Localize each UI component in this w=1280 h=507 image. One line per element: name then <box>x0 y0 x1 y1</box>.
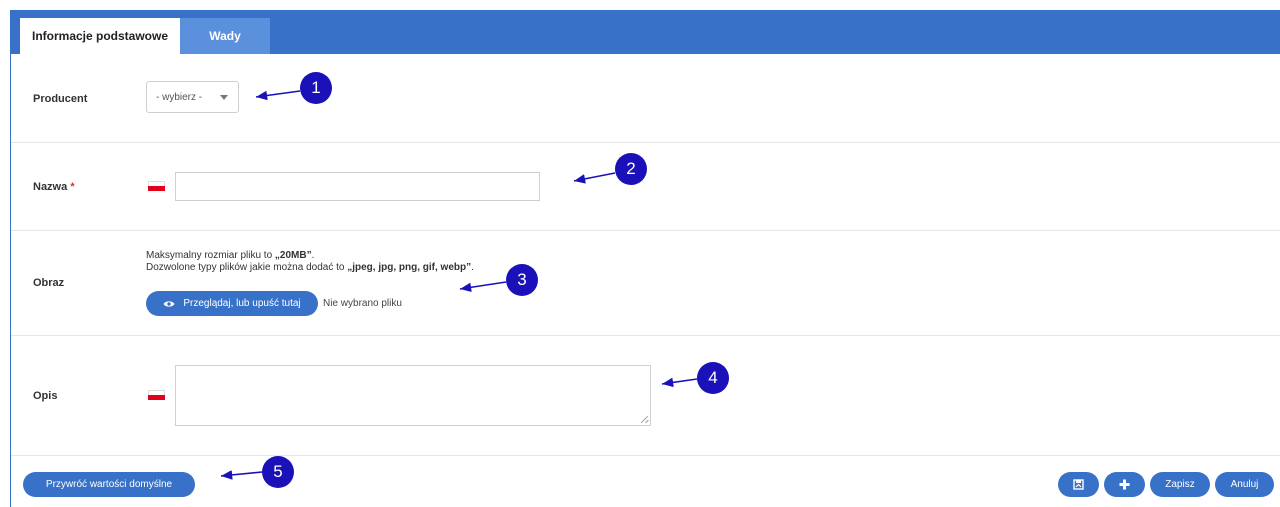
eye-icon <box>163 300 175 307</box>
obraz-label: Obraz <box>33 277 65 289</box>
row-opis: Opis <box>11 336 1280 456</box>
tab-informacje-podstawowe[interactable]: Informacje podstawowe <box>20 18 180 54</box>
flag-pl-icon <box>148 181 165 191</box>
producent-select-value: - wybierz - <box>156 91 203 103</box>
obraz-info: Maksymalny rozmiar pliku to „20MB”. Dozw… <box>146 250 474 274</box>
tab-wady[interactable]: Wady <box>180 18 270 54</box>
annotation-marker-2: 2 <box>615 153 647 185</box>
save-button[interactable]: Zapisz <box>1150 472 1210 497</box>
browse-file-button[interactable]: Przeglądaj, lub upuść tutaj <box>146 291 318 316</box>
no-file-text: Nie wybrano pliku <box>323 298 402 309</box>
annotation-marker-4: 4 <box>697 362 729 394</box>
annotation-marker-3: 3 <box>506 264 538 296</box>
restore-defaults-button[interactable]: Przywróć wartości domyślne <box>23 472 195 497</box>
browse-file-label: Przeglądaj, lub upuść tutaj <box>183 298 301 309</box>
row-producent: Producent - wybierz - <box>11 54 1280 143</box>
row-nazwa: Nazwa * <box>11 143 1280 231</box>
form-content: Producent - wybierz - Nazwa * Obraz Maks… <box>10 54 1280 507</box>
opis-label: Opis <box>33 390 58 402</box>
save-and-return-button[interactable] <box>1058 472 1099 497</box>
nazwa-input[interactable] <box>175 172 540 201</box>
annotation-marker-5: 5 <box>262 456 294 488</box>
nazwa-label-text: Nazwa <box>33 181 68 193</box>
tab-bar: Informacje podstawowe Wady <box>10 10 1280 54</box>
nazwa-label: Nazwa * <box>33 181 75 193</box>
chevron-down-icon <box>220 95 228 100</box>
cancel-button[interactable]: Anuluj <box>1215 472 1274 497</box>
resize-grip-icon[interactable] <box>641 416 648 423</box>
required-mark: * <box>70 181 75 193</box>
save-back-icon <box>1073 479 1084 490</box>
obraz-info-types: Dozwolone typy plików jakie można dodać … <box>146 262 474 273</box>
save-and-new-button[interactable] <box>1104 472 1145 497</box>
flag-pl-icon <box>148 390 165 400</box>
producent-select[interactable]: - wybierz - <box>146 81 239 113</box>
top-gap <box>0 0 1280 10</box>
producent-label: Producent <box>33 93 88 105</box>
plus-icon <box>1119 479 1130 490</box>
opis-textarea[interactable] <box>175 365 651 426</box>
obraz-info-size: Maksymalny rozmiar pliku to „20MB”. <box>146 250 315 261</box>
annotation-marker-1: 1 <box>300 72 332 104</box>
row-obraz: Obraz Maksymalny rozmiar pliku to „20MB”… <box>11 231 1280 336</box>
